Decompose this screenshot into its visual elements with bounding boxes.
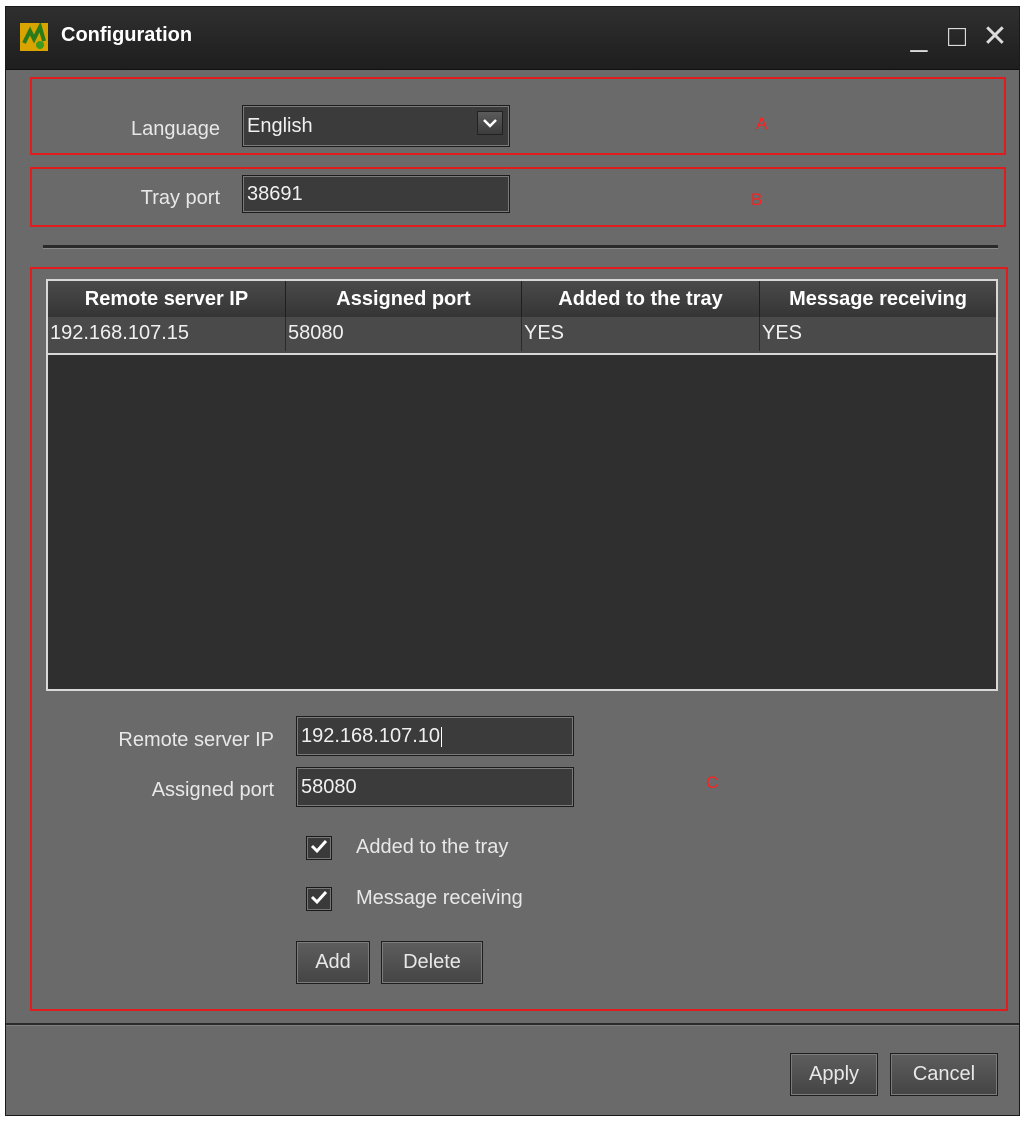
cell-added-to-tray: YES (522, 317, 760, 351)
window-title: Configuration (61, 24, 193, 46)
add-button[interactable]: Add (296, 941, 370, 984)
cancel-button[interactable]: Cancel (890, 1053, 998, 1096)
remote-server-ip-label: Remote server IP (118, 729, 274, 751)
column-header-message-receiving[interactable]: Message receiving (760, 281, 996, 317)
minimize-button[interactable]: _ (901, 17, 937, 57)
added-to-tray-checkbox[interactable] (306, 836, 332, 860)
remote-server-ip-input[interactable]: 192.168.107.10 (296, 716, 574, 756)
section-divider (43, 245, 998, 249)
column-header-assigned-port[interactable]: Assigned port (286, 281, 522, 317)
added-to-tray-label[interactable]: Added to the tray (356, 836, 508, 859)
cell-remote-ip: 192.168.107.15 (48, 317, 286, 351)
cell-message-receiving: YES (762, 322, 803, 344)
title-bar[interactable]: Configuration _ □ ✕ (6, 7, 1019, 70)
language-label: Language (131, 118, 220, 140)
remote-servers-table: Remote server IP Assigned port Added to … (46, 279, 998, 691)
zone-c-label: C (706, 773, 719, 792)
zone-a-outline (30, 77, 1006, 155)
text-cursor (441, 726, 443, 747)
chevron-down-icon[interactable] (477, 111, 503, 135)
table-row[interactable]: 192.168.107.15 58080 YES YES (48, 317, 996, 355)
language-select-value: English (247, 115, 313, 137)
language-select[interactable]: English (242, 105, 510, 147)
table-header: Remote server IP Assigned port Added to … (48, 281, 996, 318)
column-header-added-to-tray[interactable]: Added to the tray (522, 281, 760, 317)
apply-button[interactable]: Apply (790, 1053, 878, 1096)
configuration-window: Configuration _ □ ✕ A Language English B… (5, 6, 1020, 1116)
message-receiving-checkbox[interactable] (306, 887, 332, 911)
cell-assigned-port: 58080 (286, 317, 522, 351)
delete-button[interactable]: Delete (381, 941, 483, 984)
close-button[interactable]: ✕ (977, 17, 1013, 57)
footer-divider (6, 1023, 1019, 1026)
check-icon (310, 890, 328, 905)
app-logo-icon (20, 23, 48, 51)
tray-port-input[interactable]: 38691 (242, 175, 510, 213)
zone-a-label: A (756, 114, 768, 133)
tray-port-label: Tray port (140, 187, 220, 209)
maximize-button[interactable]: □ (939, 17, 975, 57)
assigned-port-input[interactable]: 58080 (296, 767, 574, 807)
assigned-port-label: Assigned port (151, 779, 274, 801)
zone-b-label: B (751, 190, 763, 209)
remote-server-ip-value: 192.168.107.10 (301, 725, 441, 747)
column-header-remote-ip[interactable]: Remote server IP (48, 281, 286, 317)
check-icon (310, 839, 328, 854)
message-receiving-label[interactable]: Message receiving (356, 887, 523, 910)
